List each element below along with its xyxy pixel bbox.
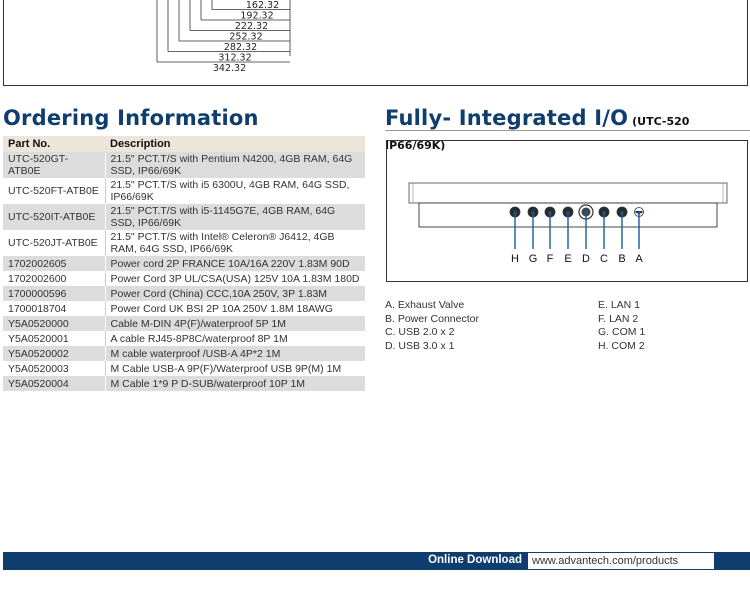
description-cell: M cable waterproof /USB-A 4P*2 1M — [105, 346, 365, 361]
description-cell: Power Cord 3P UL/CSA(USA) 125V 10A 1.83M… — [105, 271, 365, 286]
dimension-label: 222.32 — [235, 21, 268, 32]
legend-item: A. Exhaust Valve — [385, 299, 465, 311]
part-number-cell: UTC-520GT-ATB0E — [3, 152, 106, 178]
table-row: Y5A0520002 M cable waterproof /USB-A 4P*2… — [3, 346, 365, 361]
table-row: 1700018704 Power Cord UK BSI 2P 10A 250V … — [3, 301, 365, 316]
io-leader-dot — [620, 211, 624, 215]
io-leader-dot — [566, 211, 570, 215]
part-number-cell: Y5A0520001 — [3, 331, 106, 346]
io-leader-dot — [602, 211, 606, 215]
table-row: 1702002600 Power Cord 3P UL/CSA(USA) 125V… — [3, 271, 365, 286]
ordering-table: Part No. Description UTC-520GT-ATB0E 21.5… — [3, 136, 365, 391]
dimension-label: 192.32 — [240, 11, 273, 22]
table-row: UTC-520IT-ATB0E 21.5" PCT.T/S with i5-114… — [3, 204, 365, 230]
legend-item: G. COM 1 — [598, 326, 646, 338]
io-legend-left: A. Exhaust Valve B. Power Connector C. U… — [385, 299, 479, 353]
io-diagram-svg: HGFEDCBA — [408, 182, 728, 265]
column-header-part: Part No. — [3, 136, 105, 152]
description-cell: Cable M-DIN 4P(F)/waterproof 5P 1M — [105, 316, 365, 331]
table-row: Y5A0520003 M Cable USB-A 9P(F)/Waterproof… — [3, 361, 365, 376]
description-cell: Power Cord UK BSI 2P 10A 250V 1.8M 18AWG — [105, 301, 365, 316]
io-legend-right: E. LAN 1 F. LAN 2 G. COM 1 H. COM 2 — [598, 299, 645, 353]
table-row: 1700000596 Power Cord (China) CCC,10A 250… — [3, 286, 365, 301]
description-cell: 21.5" PCT.T/S with i5 6300U, 4GB RAM, 64… — [105, 178, 365, 204]
io-title-text: Fully- Integrated I/O — [385, 106, 629, 130]
table-row: Y5A0520000 Cable M-DIN 4P(F)/waterproof 5… — [3, 316, 365, 331]
table-row: 1702002605 Power cord 2P FRANCE 10A/16A 2… — [3, 256, 365, 271]
description-cell: 21.5" PCT.T/S with i5-1145G7E, 4GB RAM, … — [105, 204, 365, 230]
legend-item: E. LAN 1 — [598, 299, 641, 311]
table-row: UTC-520JT-ATB0E 21.5" PCT.T/S with Intel®… — [3, 230, 365, 256]
io-leader-dot — [531, 211, 535, 215]
dimension-drawing: 162.32 192.32 222.32 252.32 282.32 312.32 342.… — [3, 0, 748, 86]
table-row: Y5A0520004 M Cable 1*9 P D-SUB/waterproof… — [3, 376, 365, 391]
io-port-letter: C — [600, 253, 608, 265]
io-leader-dot — [548, 211, 552, 215]
part-number-cell: UTC-520JT-ATB0E — [3, 230, 106, 256]
legend-item: D. USB 3.0 x 1 — [385, 339, 455, 352]
description-cell: A cable RJ45-8P8C/waterproof 8P 1M — [105, 331, 365, 346]
footer-bar: Online Download www.advantech.com/produc… — [3, 552, 750, 570]
part-number-cell: Y5A0520002 — [3, 346, 106, 361]
ordering-title: Ordering Information — [3, 106, 259, 130]
io-port-letter: H — [511, 253, 519, 265]
description-cell: Power Cord (China) CCC,10A 250V, 3P 1.83… — [105, 286, 365, 301]
part-number-cell: UTC-520IT-ATB0E — [3, 204, 106, 230]
dimension-label: 252.32 — [229, 32, 262, 43]
download-url-link[interactable]: www.advantech.com/products — [528, 553, 714, 569]
io-leader-dot — [637, 211, 641, 215]
description-cell: M Cable USB-A 9P(F)/Waterproof USB 9P(M)… — [105, 361, 365, 376]
io-port-letter: G — [529, 253, 538, 265]
legend-item: H. COM 2 — [598, 339, 645, 352]
panel-bezel — [408, 182, 728, 204]
io-divider — [385, 130, 750, 131]
io-port-letter: D — [582, 253, 590, 265]
io-diagram: HGFEDCBA — [386, 140, 748, 282]
part-number-cell: Y5A0520004 — [3, 376, 106, 391]
dimension-label: 162.32 — [246, 0, 279, 11]
dimension-label: 312.32 — [218, 53, 251, 64]
part-number-cell: UTC-520FT-ATB0E — [3, 178, 106, 204]
part-number-cell: Y5A0520003 — [3, 361, 106, 376]
legend-item: C. USB 2.0 x 2 — [385, 326, 455, 338]
dimension-label: 342.32 — [213, 63, 246, 74]
io-port-letter: B — [618, 253, 625, 265]
table-header-row: Part No. Description — [3, 136, 365, 152]
part-number-cell: 1700000596 — [3, 286, 106, 301]
table-row: Y5A0520001 A cable RJ45-8P8C/waterproof 8… — [3, 331, 365, 346]
io-leader-dot — [584, 211, 588, 215]
dimension-label: 282.32 — [224, 42, 257, 53]
part-number-cell: 1700018704 — [3, 301, 106, 316]
description-cell: Power cord 2P FRANCE 10A/16A 220V 1.83M … — [105, 256, 365, 271]
part-number-cell: 1702002600 — [3, 271, 106, 286]
dimension-lines: 162.32192.32222.32252.32282.32312.32342.… — [156, 0, 291, 74]
part-number-cell: 1702002605 — [3, 256, 106, 271]
table-row: UTC-520GT-ATB0E 21.5" PCT.T/S with Pentiu… — [3, 152, 365, 178]
legend-item: B. Power Connector — [385, 312, 479, 325]
description-cell: M Cable 1*9 P D-SUB/waterproof 10P 1M — [105, 376, 365, 391]
io-port-letter: E — [564, 253, 571, 265]
description-cell: 21.5" PCT.T/S with Intel® Celeron® J6412… — [105, 230, 365, 256]
description-cell: 21.5" PCT.T/S with Pentium N4200, 4GB RA… — [105, 152, 365, 178]
io-port-letter: F — [547, 253, 554, 265]
column-header-description: Description — [105, 136, 365, 152]
io-port-letter: A — [635, 253, 643, 265]
io-leader-dot — [513, 211, 517, 215]
table-row: UTC-520FT-ATB0E 21.5" PCT.T/S with i5 630… — [3, 178, 365, 204]
legend-item: F. LAN 2 — [598, 312, 639, 325]
part-number-cell: Y5A0520000 — [3, 316, 106, 331]
online-download-label: Online Download — [428, 554, 522, 566]
